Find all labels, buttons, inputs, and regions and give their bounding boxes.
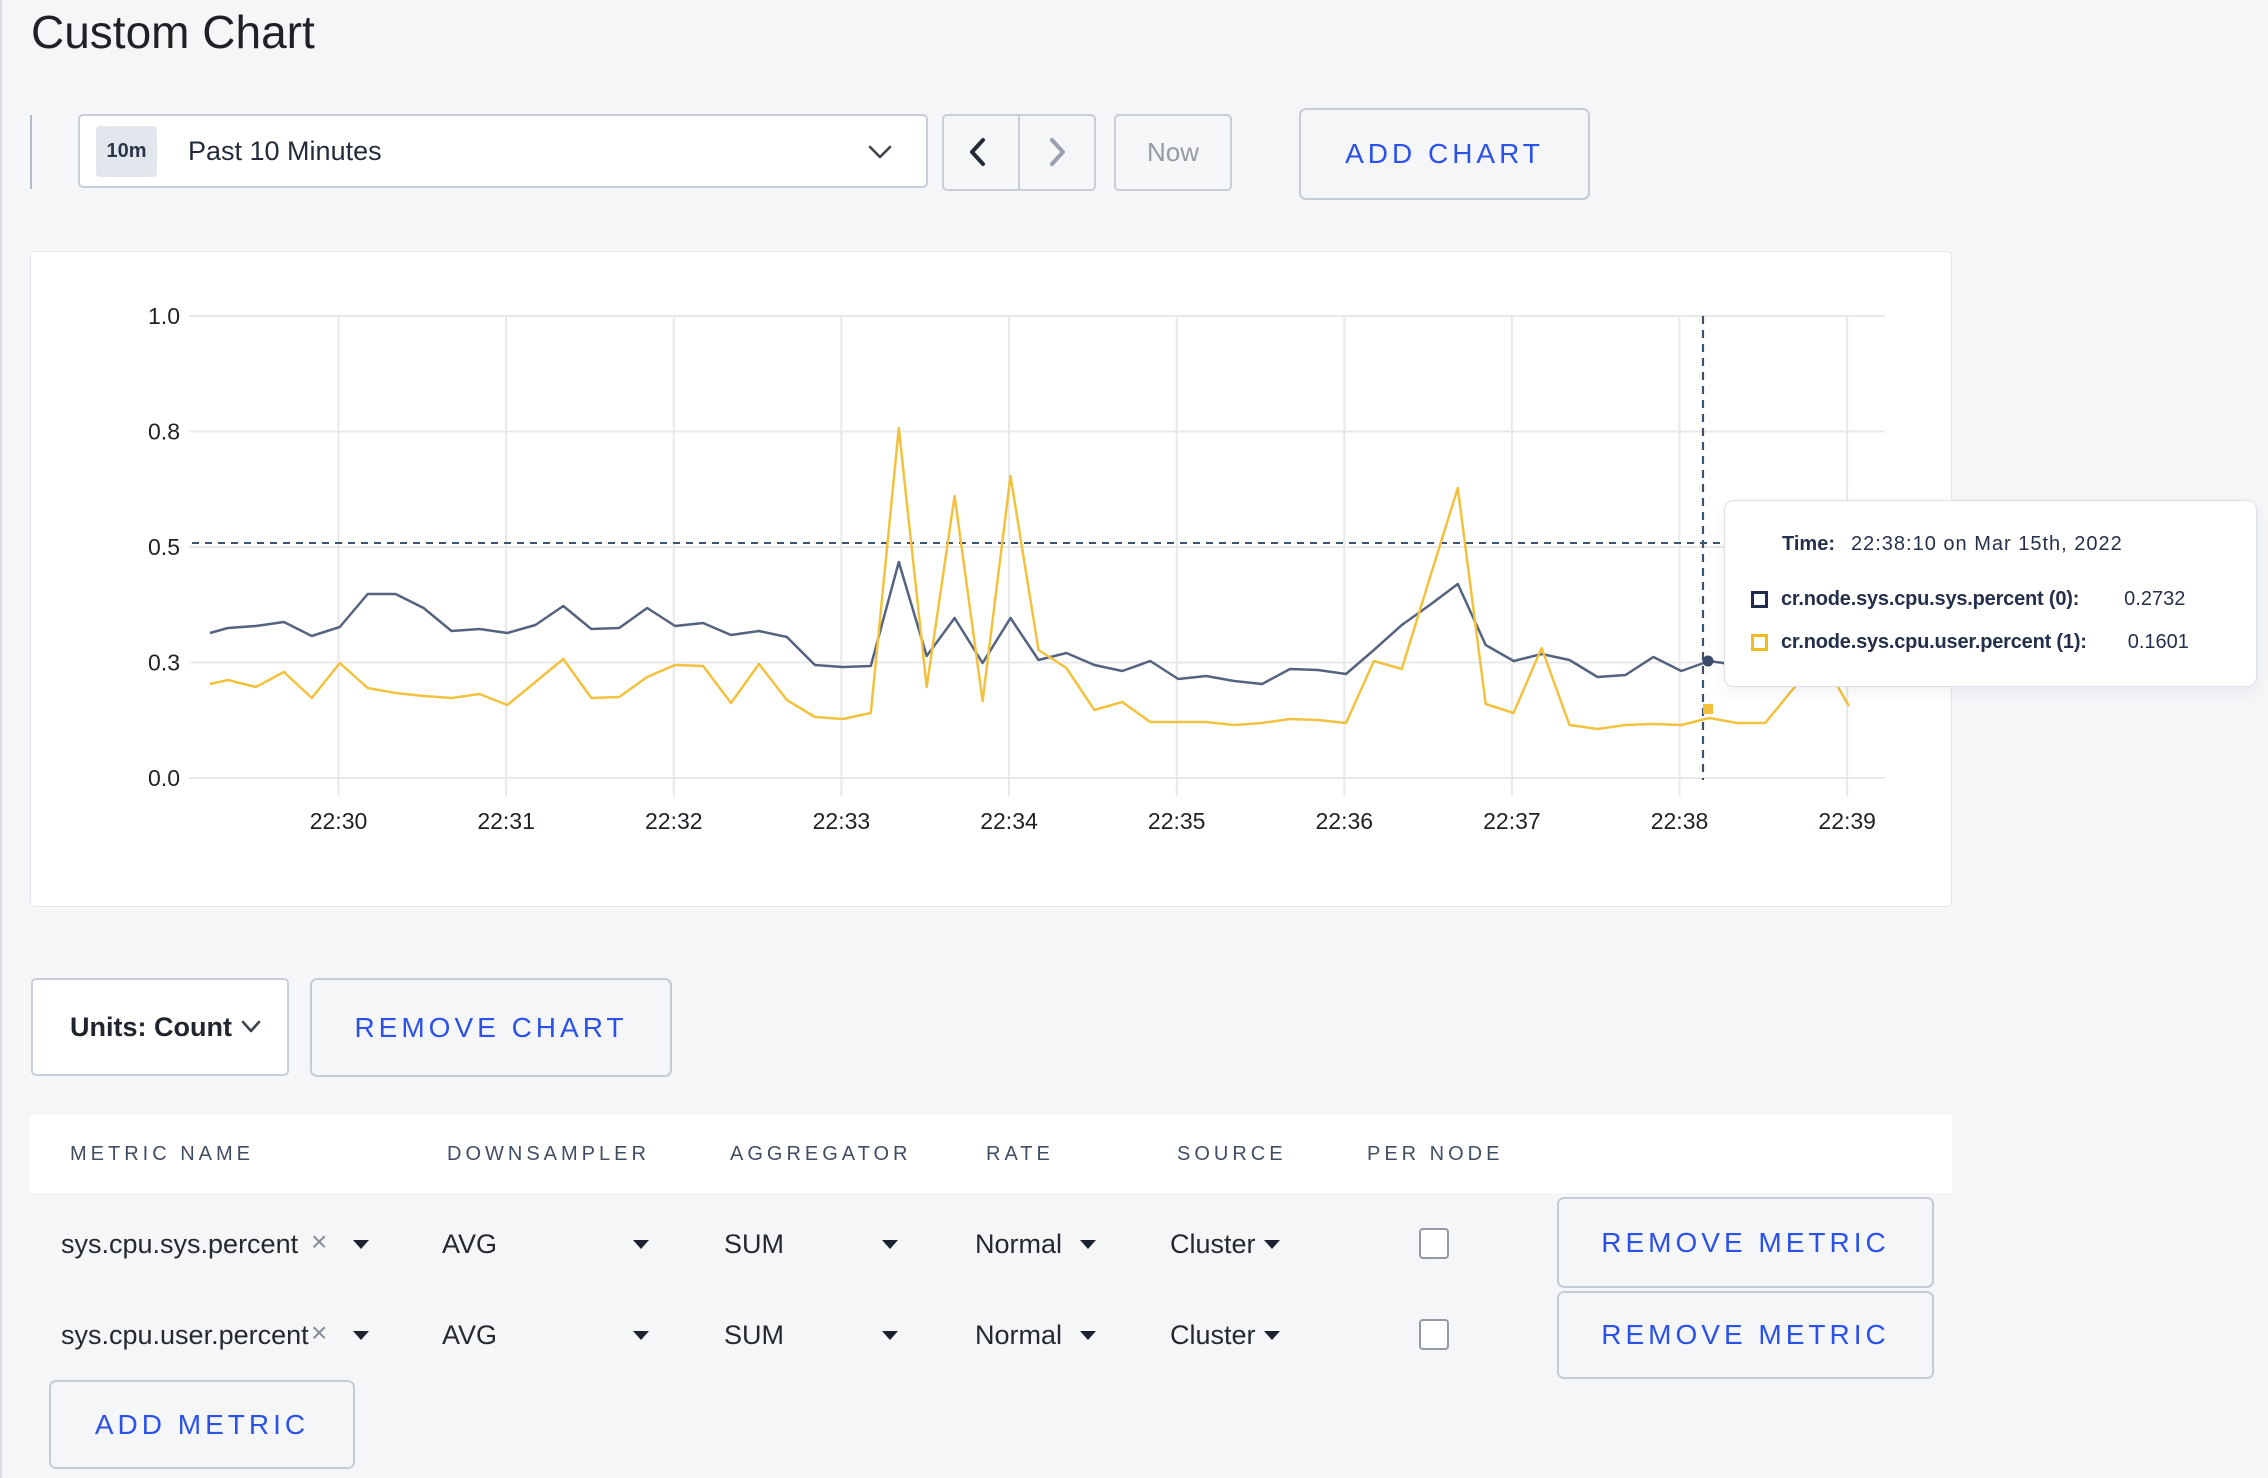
- svg-text:22:31: 22:31: [477, 808, 535, 834]
- svg-text:22:36: 22:36: [1316, 808, 1374, 834]
- svg-text:22:37: 22:37: [1483, 808, 1541, 834]
- svg-text:0.0: 0.0: [148, 765, 180, 791]
- svg-text:22:32: 22:32: [645, 808, 703, 834]
- svg-text:0.5: 0.5: [148, 534, 180, 560]
- svg-text:22:30: 22:30: [310, 808, 368, 834]
- svg-text:0.8: 0.8: [148, 419, 180, 445]
- svg-text:22:38: 22:38: [1651, 808, 1709, 834]
- svg-text:22:33: 22:33: [813, 808, 871, 834]
- svg-text:22:35: 22:35: [1148, 808, 1206, 834]
- svg-text:0.3: 0.3: [148, 650, 180, 676]
- svg-text:22:39: 22:39: [1818, 808, 1876, 834]
- svg-text:1.0: 1.0: [148, 303, 180, 329]
- svg-text:22:34: 22:34: [980, 808, 1038, 834]
